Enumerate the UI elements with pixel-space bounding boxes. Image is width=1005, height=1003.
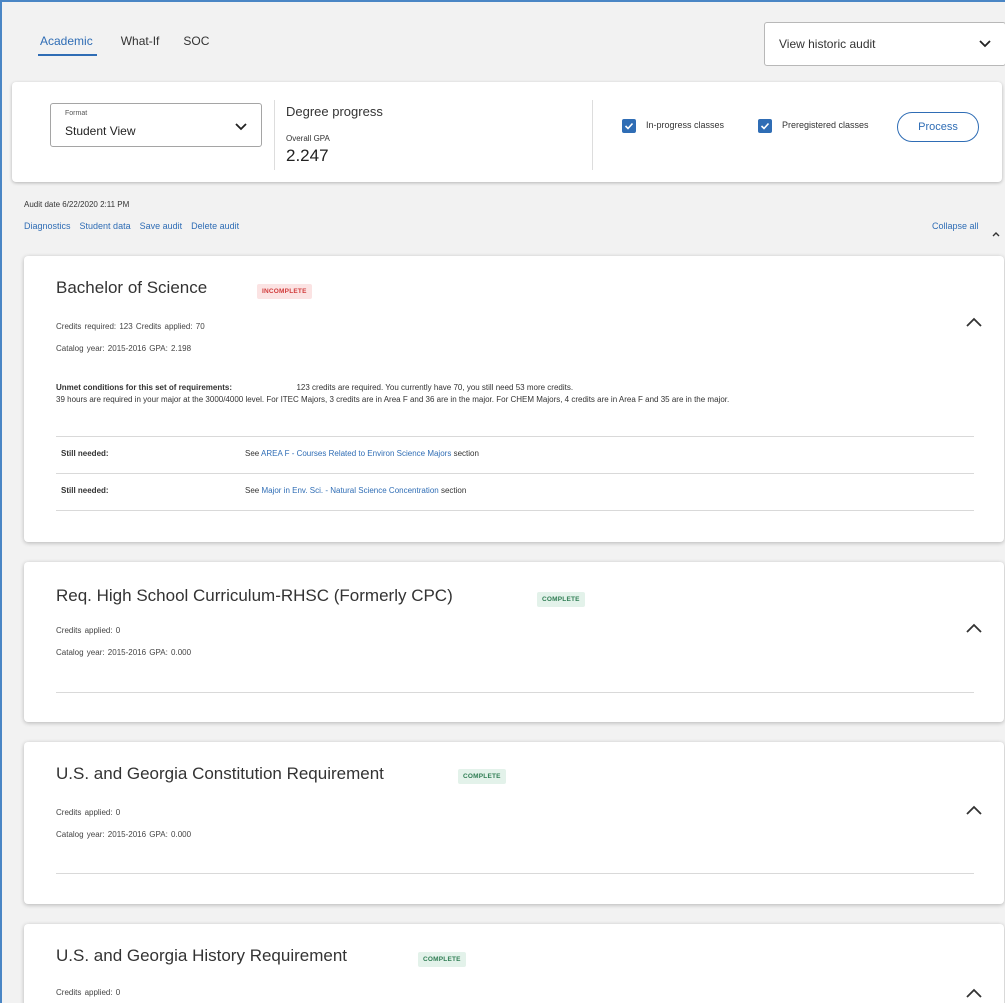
audit-date: Audit date 6/22/2020 2:11 PM xyxy=(24,200,130,209)
block-title: Req. High School Curriculum-RHSC (Former… xyxy=(56,586,453,605)
save-audit-link[interactable]: Save audit xyxy=(140,221,183,231)
preregistered-checkbox[interactable] xyxy=(758,119,772,133)
historic-audit-select[interactable]: View historic audit xyxy=(764,22,1005,66)
block-credits: Credits required: 123 Credits applied: 7… xyxy=(56,322,205,331)
audit-actions: Diagnostics Student data Save audit Dele… xyxy=(24,221,239,231)
divider xyxy=(56,473,974,474)
area-f-link[interactable]: AREA F - Courses Related to Environ Scie… xyxy=(261,449,451,458)
block-credits: Credits applied: 0 xyxy=(56,988,121,997)
status-badge: COMPLETE xyxy=(537,592,585,607)
tab-what-if[interactable]: What-If xyxy=(121,34,160,56)
chevron-down-icon xyxy=(979,37,991,51)
delete-audit-link[interactable]: Delete audit xyxy=(191,221,239,231)
unmet-line: 123 credits are required. You currently … xyxy=(296,383,574,392)
block-catalog-gpa: Catalog year: 2015-2016 GPA: 0.000 xyxy=(56,830,192,839)
preregistered-label: Preregistered classes xyxy=(782,120,869,130)
degree-progress-title: Degree progress xyxy=(286,104,383,119)
unmet-heading: Unmet conditions for this set of require… xyxy=(56,383,233,392)
requirement-block: Req. High School Curriculum-RHSC (Former… xyxy=(24,562,1004,722)
status-badge: INCOMPLETE xyxy=(257,284,312,299)
format-value: Student View xyxy=(65,124,136,138)
format-label: Format xyxy=(65,110,88,117)
still-needed-text: See AREA F - Courses Related to Environ … xyxy=(245,449,479,458)
overall-gpa-label: Overall GPA xyxy=(286,134,330,143)
in-progress-checkbox[interactable] xyxy=(622,119,636,133)
historic-audit-value: View historic audit xyxy=(779,37,876,51)
block-catalog-gpa: Catalog year: 2015-2016 GPA: 0.000 xyxy=(56,648,192,657)
chevron-up-icon[interactable] xyxy=(966,802,982,820)
student-data-link[interactable]: Student data xyxy=(80,221,131,231)
window-frame-top xyxy=(0,0,1005,2)
chevron-down-icon xyxy=(235,118,247,136)
still-needed-text: See Major in Env. Sci. - Natural Science… xyxy=(245,486,467,495)
divider xyxy=(56,510,974,511)
requirement-block: Bachelor of Science INCOMPLETE Credits r… xyxy=(24,256,1004,542)
checkmark-icon xyxy=(760,122,770,130)
still-needed-label: Still needed: xyxy=(61,486,109,495)
process-button[interactable]: Process xyxy=(897,112,979,142)
requirement-block: U.S. and Georgia Constitution Requiremen… xyxy=(24,742,1004,904)
chevron-up-icon[interactable] xyxy=(966,314,982,332)
chevron-up-icon[interactable] xyxy=(966,620,982,638)
block-title: Bachelor of Science xyxy=(56,278,208,297)
block-catalog-gpa: Catalog year: 2015-2016 GPA: 2.198 xyxy=(56,344,192,353)
chevron-up-icon[interactable] xyxy=(992,224,1000,242)
requirement-block: U.S. and Georgia History Requirement COM… xyxy=(24,924,1004,1003)
block-title: U.S. and Georgia Constitution Requiremen… xyxy=(56,764,384,783)
audit-tabs: Academic What-If SOC xyxy=(38,34,209,56)
audit-controls-card: Format Student View Degree progress Over… xyxy=(12,82,1002,182)
diagnostics-link[interactable]: Diagnostics xyxy=(24,221,71,231)
divider xyxy=(274,100,275,170)
chevron-up-icon[interactable] xyxy=(966,985,982,1003)
divider xyxy=(592,100,593,170)
tab-soc[interactable]: SOC xyxy=(183,34,209,56)
divider xyxy=(56,436,974,437)
tab-academic[interactable]: Academic xyxy=(38,34,97,56)
format-select[interactable]: Format Student View xyxy=(50,103,262,147)
still-needed-label: Still needed: xyxy=(61,449,109,458)
divider xyxy=(56,873,974,874)
block-credits: Credits applied: 0 xyxy=(56,626,121,635)
unmet-conditions: Unmet conditions for this set of require… xyxy=(56,382,981,406)
block-title: U.S. and Georgia History Requirement xyxy=(56,946,348,965)
window-frame-left xyxy=(0,0,2,1003)
divider xyxy=(56,692,974,693)
in-progress-label: In-progress classes xyxy=(646,120,725,130)
checkmark-icon xyxy=(624,122,634,130)
status-badge: COMPLETE xyxy=(458,769,506,784)
unmet-line: 39 hours are required in your major at t… xyxy=(56,395,730,404)
status-badge: COMPLETE xyxy=(418,952,466,967)
block-credits: Credits applied: 0 xyxy=(56,808,121,817)
collapse-all-link[interactable]: Collapse all xyxy=(932,221,979,231)
overall-gpa-value: 2.247 xyxy=(286,146,329,165)
major-link[interactable]: Major in Env. Sci. - Natural Science Con… xyxy=(261,486,438,495)
